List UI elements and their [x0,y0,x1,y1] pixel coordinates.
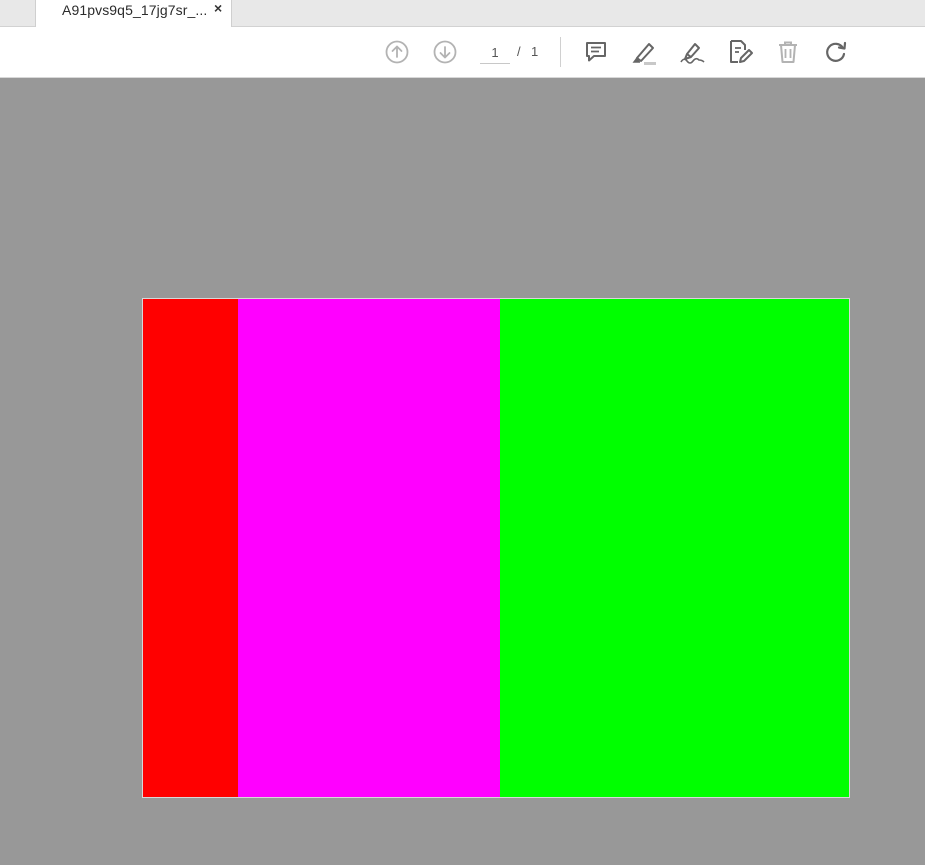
tab-bar: A91pvs9q5_17jg7sr_... × [0,0,925,27]
tab-title: A91pvs9q5_17jg7sr_... [62,2,208,18]
toolbar-divider [560,37,561,67]
page-number-input[interactable] [480,41,510,64]
arrow-down-circle-icon[interactable] [430,37,460,67]
stripe-magenta [237,299,500,797]
pdf-page [142,298,850,798]
page-total: 1 [531,44,539,59]
close-icon[interactable]: × [214,0,222,16]
trash-icon[interactable] [773,37,803,67]
edit-pdf-icon[interactable] [725,37,755,67]
fill-sign-icon[interactable] [677,37,707,67]
toolbar: / 1 [0,27,925,78]
rotate-icon[interactable] [821,37,851,67]
comment-icon[interactable] [581,37,611,67]
document-tab[interactable]: A91pvs9q5_17jg7sr_... × [35,0,232,27]
page-separator: / [517,44,521,59]
highlight-icon[interactable] [629,37,659,67]
arrow-up-circle-icon[interactable] [382,37,412,67]
stripe-green [499,299,849,797]
stripe-red [143,299,238,797]
